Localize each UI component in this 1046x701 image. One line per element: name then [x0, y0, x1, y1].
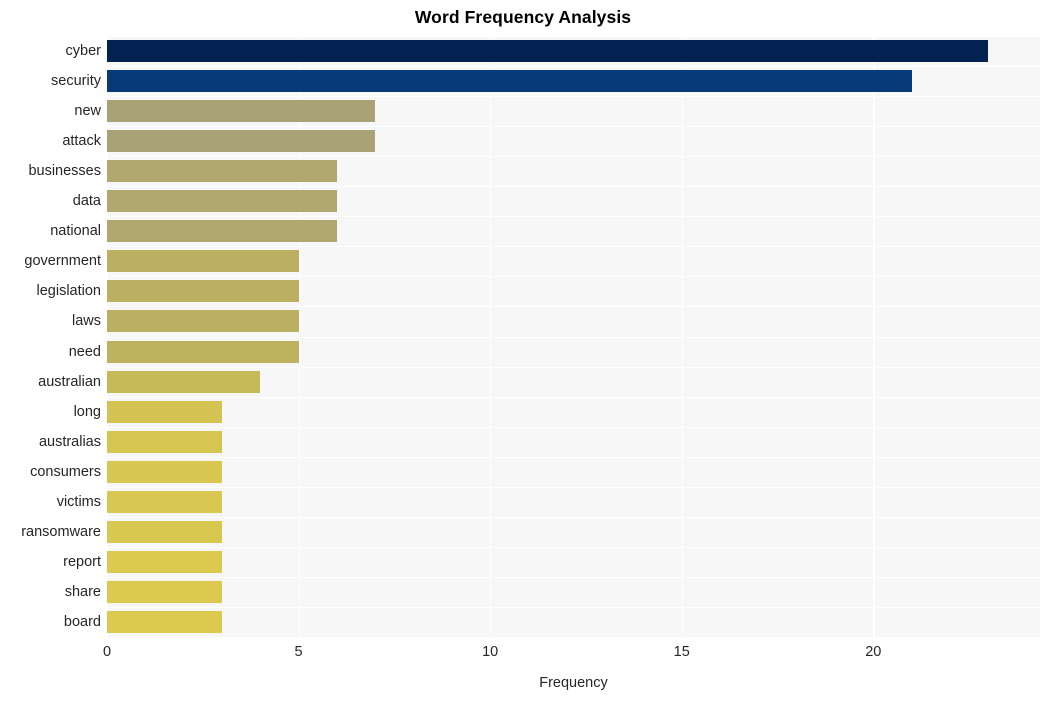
bar-legislation[interactable]: [107, 280, 299, 303]
gridline-row: [107, 546, 1040, 548]
bar-security[interactable]: [107, 70, 912, 93]
bar-report[interactable]: [107, 550, 222, 573]
bar-long[interactable]: [107, 400, 222, 423]
gridline-row: [107, 276, 1040, 278]
bar-new[interactable]: [107, 100, 376, 123]
y-tick-label-need: need: [68, 343, 101, 360]
x-tick-label-5: 5: [294, 644, 303, 660]
y-tick-label-cyber: cyber: [65, 43, 101, 60]
plot-area: [107, 36, 1040, 637]
y-tick-label-businesses: businesses: [28, 163, 101, 180]
gridline-row: [107, 66, 1040, 68]
bar-consumers[interactable]: [107, 460, 222, 483]
y-tick-label-new: new: [74, 103, 101, 120]
gridline-row: [107, 516, 1040, 518]
bar-cyber[interactable]: [107, 40, 989, 63]
x-tick-label-15: 15: [673, 644, 690, 660]
gridline-row: [107, 366, 1040, 368]
y-tick-label-ransomware: ransomware: [21, 523, 101, 540]
word-frequency-bar-chart: Word Frequency Analysis cyber security new…: [0, 0, 1046, 701]
y-tick-label-long: long: [73, 403, 101, 420]
y-tick-label-australian: australian: [38, 373, 101, 390]
y-tick-label-consumers: consumers: [30, 463, 101, 480]
gridline-row: [107, 576, 1040, 578]
y-tick-label-australias: australias: [38, 433, 101, 450]
x-tick-label-0: 0: [102, 644, 112, 660]
gridline-row: [107, 336, 1040, 338]
y-tick-label-board: board: [63, 613, 101, 630]
gridline-row: [107, 306, 1040, 308]
x-tick-label-20: 20: [865, 644, 882, 660]
bar-government[interactable]: [107, 250, 299, 273]
y-tick-label-data: data: [72, 193, 101, 210]
y-tick-label-government: government: [24, 253, 101, 270]
x-tick-label-10: 10: [482, 644, 499, 660]
bar-national[interactable]: [107, 220, 337, 243]
gridline-row: [107, 156, 1040, 158]
bar-attack[interactable]: [107, 130, 376, 153]
gridline-row: [107, 486, 1040, 488]
bar-need[interactable]: [107, 340, 299, 363]
gridline-row: [107, 186, 1040, 188]
gridline-row: [107, 96, 1040, 98]
gridline-row: [107, 126, 1040, 128]
gridline-row: [107, 246, 1040, 248]
gridline-row: [107, 36, 1040, 37]
chart-title: Word Frequency Analysis: [414, 7, 632, 27]
bar-businesses[interactable]: [107, 160, 337, 183]
y-tick-label-report: report: [63, 553, 101, 570]
bar-victims[interactable]: [107, 490, 222, 513]
bar-ransomware[interactable]: [107, 520, 222, 543]
bar-australias[interactable]: [107, 430, 222, 453]
y-tick-label-legislation: legislation: [36, 283, 102, 300]
y-tick-label-victims: victims: [56, 493, 101, 510]
y-tick-label-share: share: [64, 583, 101, 600]
bar-laws[interactable]: [107, 310, 299, 333]
y-tick-label-laws: laws: [71, 313, 101, 330]
y-tick-label-national: national: [50, 223, 101, 240]
gridline-row: [107, 606, 1040, 608]
y-tick-label-security: security: [51, 73, 101, 90]
y-tick-label-attack: attack: [62, 133, 101, 150]
gridline-row: [107, 216, 1040, 218]
gridline-row: [107, 426, 1040, 428]
bar-data[interactable]: [107, 190, 337, 213]
bar-australian[interactable]: [107, 370, 261, 393]
y-axis-tick-labels: cyber security new attack businesses data nati…: [0, 36, 101, 637]
gridline-row: [107, 456, 1040, 458]
x-axis-title: Frequency: [539, 675, 608, 691]
x-axis-tick-labels: 0 5 10 15 20: [0, 645, 1046, 667]
bar-board[interactable]: [107, 610, 222, 633]
bar-share[interactable]: [107, 580, 222, 603]
gridline-row: [107, 396, 1040, 398]
